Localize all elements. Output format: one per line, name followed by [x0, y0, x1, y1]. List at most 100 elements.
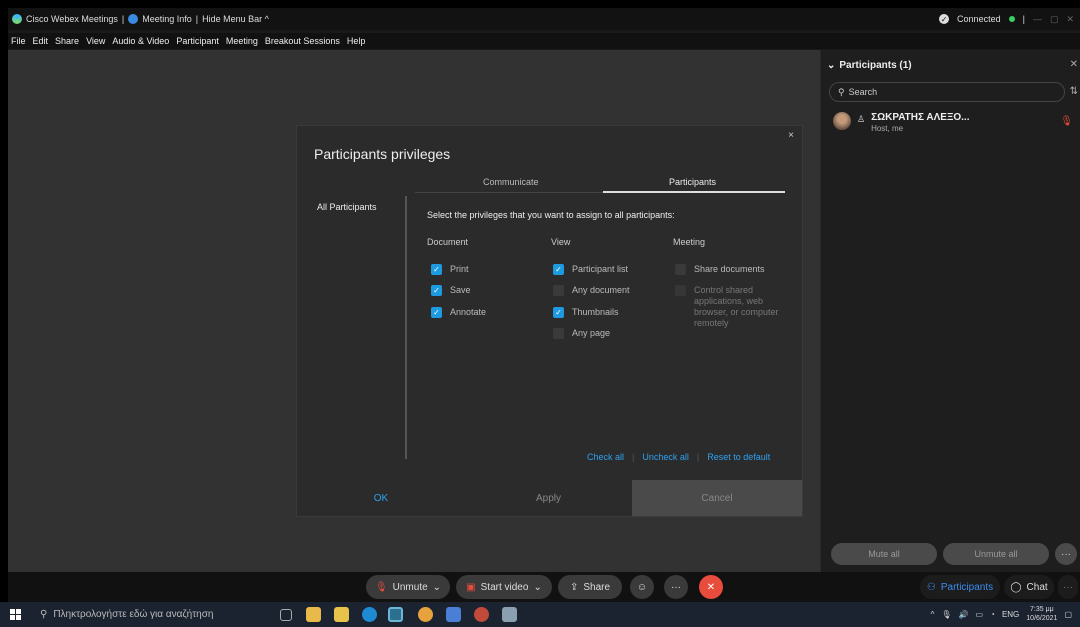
close-icon[interactable]: ✕ [1070, 59, 1078, 70]
menu-breakout[interactable]: Breakout Sessions [265, 36, 340, 46]
panel-actions: Mute all Unmute all ··· [831, 543, 1077, 565]
reactions-button[interactable]: ☺ [630, 575, 654, 599]
windows-start-icon[interactable] [10, 609, 21, 620]
app-icon[interactable] [474, 607, 489, 622]
leave-meeting-button[interactable]: ✕ [699, 575, 723, 599]
task-view-icon[interactable] [280, 609, 292, 621]
unmute-label: Unmute [392, 581, 428, 593]
store-icon[interactable] [306, 607, 321, 622]
unmute-all-button[interactable]: Unmute all [943, 543, 1049, 565]
panel-header[interactable]: ⌄ Participants (1) [827, 60, 912, 71]
hide-menu-bar-link[interactable]: Hide Menu Bar ^ [202, 14, 269, 24]
avatar [833, 112, 851, 130]
chevron-up-icon[interactable]: ^ [931, 610, 935, 619]
meeting-controls: 🎙 Unmute ⌄ ▣ Start video ⌄ ⇪ Share ☺ ···… [8, 572, 1080, 602]
checkbox-label: Thumbnails [572, 307, 619, 317]
dialog-footer: OK Apply Cancel [297, 480, 802, 516]
unmute-button[interactable]: 🎙 Unmute ⌄ [366, 575, 450, 599]
language-indicator[interactable]: ENG [1002, 610, 1019, 619]
start-video-button[interactable]: ▣ Start video ⌄ [456, 575, 552, 599]
menu-meeting[interactable]: Meeting [226, 36, 258, 46]
file-explorer-icon[interactable] [334, 607, 349, 622]
checkbox-annotate[interactable]: ✓ Annotate [431, 307, 486, 318]
ok-button[interactable]: OK [297, 480, 465, 516]
meeting-info-link[interactable]: Meeting Info [142, 14, 192, 24]
clock[interactable]: 7:35 μμ 10/6/2021 [1026, 605, 1057, 623]
wifi-icon[interactable]: ◔ [990, 610, 995, 619]
checkbox-checked-icon: ✓ [431, 264, 442, 275]
search-placeholder: Search [848, 87, 878, 97]
active-tab-indicator [603, 191, 785, 193]
taskbar-search-input[interactable]: ⚲ Πληκτρολογήστε εδώ για αναζήτηση [40, 606, 266, 623]
share-button[interactable]: ⇪ Share [558, 575, 622, 599]
checkbox-print[interactable]: ✓ Print [431, 264, 469, 275]
clock-date: 10/6/2021 [1026, 615, 1058, 622]
webex-taskbar-icon[interactable] [388, 607, 403, 622]
checkbox-save[interactable]: ✓ Save [431, 285, 471, 296]
search-icon: ⚲ [40, 609, 48, 620]
more-options-button[interactable]: ··· [1055, 543, 1077, 565]
close-window-button[interactable]: ✕ [1066, 14, 1074, 25]
chevron-down-icon: ⌄ [827, 60, 836, 71]
participants-panel: ⌄ Participants (1) ✕ ⚲ Search ⇅ ♙ ΣΩΚΡΑΤ… [820, 50, 1080, 572]
speaker-icon[interactable]: 🔊 [959, 610, 969, 619]
checkbox-any-page[interactable]: Any page [553, 328, 610, 339]
battery-icon[interactable]: ▭ [976, 610, 984, 619]
maximize-button[interactable]: ▢ [1050, 14, 1059, 25]
menu-view[interactable]: View [86, 36, 105, 46]
menu-edit[interactable]: Edit [33, 36, 49, 46]
muted-mic-icon[interactable]: 🎙 [1060, 116, 1073, 127]
connected-dot-icon [1008, 16, 1015, 22]
panel-title: Participants (1) [839, 60, 912, 71]
app-title: Cisco Webex Meetings [26, 14, 118, 24]
minimize-button[interactable]: — [1033, 14, 1042, 24]
participants-icon: ⚇ [926, 581, 936, 593]
mute-all-button[interactable]: Mute all [831, 543, 937, 565]
checkbox-unchecked-icon [675, 264, 686, 275]
search-input[interactable]: ⚲ Search [829, 82, 1065, 102]
title-right: ✓ Connected | — ▢ ✕ [939, 8, 1074, 30]
more-panels-button[interactable]: ··· [1058, 575, 1078, 599]
cancel-button[interactable]: Cancel [632, 480, 802, 516]
checkbox-participant-list[interactable]: ✓ Participant list [553, 264, 628, 275]
checkbox-label: Save [450, 285, 471, 295]
notifications-icon[interactable]: ▢ [1064, 610, 1072, 619]
start-video-label: Start video [480, 581, 529, 593]
reset-default-link[interactable]: Reset to default [707, 452, 770, 462]
menu-audio-video[interactable]: Audio & Video [112, 36, 169, 46]
sort-icon[interactable]: ⇅ [1070, 86, 1078, 97]
chrome-icon[interactable] [418, 607, 433, 622]
column-header-document: Document [427, 237, 469, 247]
column-header-view: View [551, 237, 571, 247]
participant-row[interactable]: ♙ ΣΩΚΡΑΤΗΣ ΑΛΕΞΟ... Host, me 🎙 [833, 112, 1073, 142]
chat-icon: ◯ [1010, 581, 1022, 593]
participants-toggle-button[interactable]: ⚇ Participants [920, 575, 1000, 599]
participant-role: Host, me [871, 124, 904, 133]
paint-icon[interactable] [502, 607, 517, 622]
menu-help[interactable]: Help [347, 36, 366, 46]
dialog-close-button[interactable]: × [788, 130, 794, 141]
check-all-link[interactable]: Check all [587, 452, 624, 462]
checkbox-thumbnails[interactable]: ✓ Thumbnails [553, 307, 619, 318]
chat-toggle-button[interactable]: ◯ Chat [1004, 575, 1054, 599]
taskbar-search-placeholder: Πληκτρολογήστε εδώ για αναζήτηση [53, 609, 214, 620]
menu-participant[interactable]: Participant [176, 36, 219, 46]
tab-communicate[interactable]: Communicate [483, 177, 539, 187]
more-controls-button[interactable]: ··· [664, 575, 688, 599]
checkbox-share-documents[interactable]: Share documents [675, 264, 765, 275]
checkbox-checked-icon: ✓ [431, 307, 442, 318]
tab-participants[interactable]: Participants [669, 177, 716, 187]
edge-icon[interactable] [362, 607, 377, 622]
checkbox-any-document[interactable]: Any document [553, 285, 630, 296]
uncheck-all-link[interactable]: Uncheck all [642, 452, 689, 462]
word-icon[interactable] [446, 607, 461, 622]
checkbox-control-shared-apps[interactable]: Control shared applications, web browser… [675, 285, 793, 329]
menu-file[interactable]: File [11, 36, 26, 46]
sidebar-item-all-participants[interactable]: All Participants [317, 202, 377, 212]
connected-icon: ✓ [939, 14, 950, 24]
link-separator: | [632, 452, 635, 462]
apply-button[interactable]: Apply [465, 480, 632, 516]
mic-icon[interactable]: 🎙 [941, 610, 951, 619]
checkbox-unchecked-icon [553, 328, 564, 339]
menu-share[interactable]: Share [55, 36, 79, 46]
